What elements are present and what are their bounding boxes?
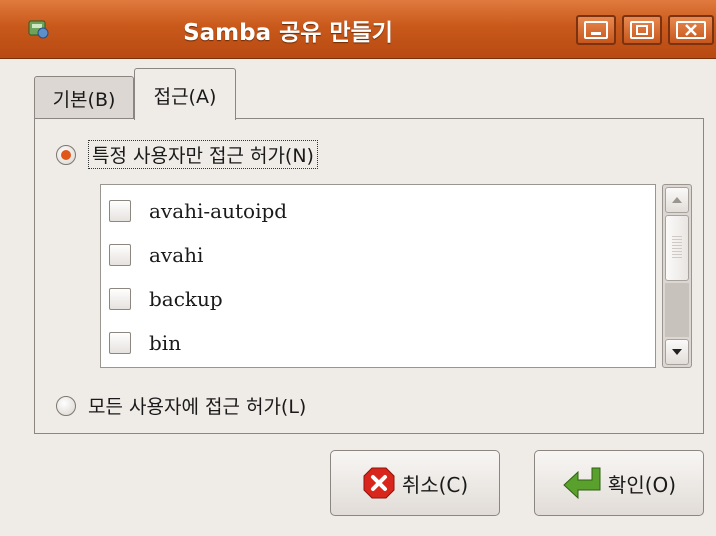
tab-access[interactable]: 접근(A): [134, 68, 236, 120]
list-scrollbar[interactable]: [662, 184, 692, 368]
specific-users-radio[interactable]: [56, 144, 76, 165]
cancel-button[interactable]: 취소(C): [330, 450, 500, 516]
ok-label: 확인(O): [607, 472, 677, 497]
tab-access-label: 접근(A): [153, 86, 217, 108]
scroll-track[interactable]: [665, 283, 689, 337]
scroll-down-button[interactable]: [665, 339, 689, 365]
arrow-up-icon: [672, 197, 682, 203]
user-name: avahi-autoipd: [149, 199, 288, 223]
user-checkbox[interactable]: [109, 288, 131, 310]
user-name: avahi: [149, 243, 204, 267]
cancel-label: 취소(C): [401, 472, 469, 497]
list-item[interactable]: avahi: [109, 233, 203, 277]
user-name: bin: [149, 331, 182, 355]
tab-basic[interactable]: 기본(B): [34, 76, 134, 118]
all-users-label: 모든 사용자에 접근 허가(L): [88, 396, 307, 418]
ok-button[interactable]: 확인(O): [534, 450, 704, 516]
cancel-icon: [363, 467, 395, 499]
user-checkbox[interactable]: [109, 244, 131, 266]
title-bar[interactable]: Samba 공유 만들기: [0, 0, 716, 59]
maximize-button[interactable]: [622, 15, 662, 45]
ok-arrow-icon: [563, 467, 601, 500]
minimize-icon: [584, 21, 608, 39]
scroll-up-button[interactable]: [665, 187, 689, 213]
scroll-thumb[interactable]: [665, 215, 689, 281]
maximize-icon: [630, 21, 654, 39]
minimize-button[interactable]: [576, 15, 616, 45]
list-item[interactable]: bin: [109, 321, 181, 365]
close-button[interactable]: [668, 15, 714, 45]
tab-basic-label: 기본(B): [52, 89, 116, 111]
list-item[interactable]: backup: [109, 277, 223, 321]
specific-users-label: 특정 사용자만 접근 허가(N): [88, 140, 318, 169]
user-checkbox[interactable]: [109, 332, 131, 354]
user-list: avahi-autoipd avahi backup bin: [100, 184, 656, 368]
all-users-radio[interactable]: [56, 395, 76, 416]
all-users-radio-row[interactable]: 모든 사용자에 접근 허가(L): [56, 392, 306, 419]
list-item[interactable]: avahi-autoipd: [109, 189, 287, 233]
grip-icon: [672, 236, 682, 260]
specific-users-radio-row[interactable]: 특정 사용자만 접근 허가(N): [56, 140, 318, 169]
user-checkbox[interactable]: [109, 200, 131, 222]
dialog-window: Samba 공유 만들기 기본(B) 접근(A) 특정 사용자만 접근 허가(N…: [0, 0, 716, 536]
arrow-down-icon: [672, 349, 682, 355]
close-icon: [676, 21, 706, 39]
user-name: backup: [149, 287, 223, 311]
